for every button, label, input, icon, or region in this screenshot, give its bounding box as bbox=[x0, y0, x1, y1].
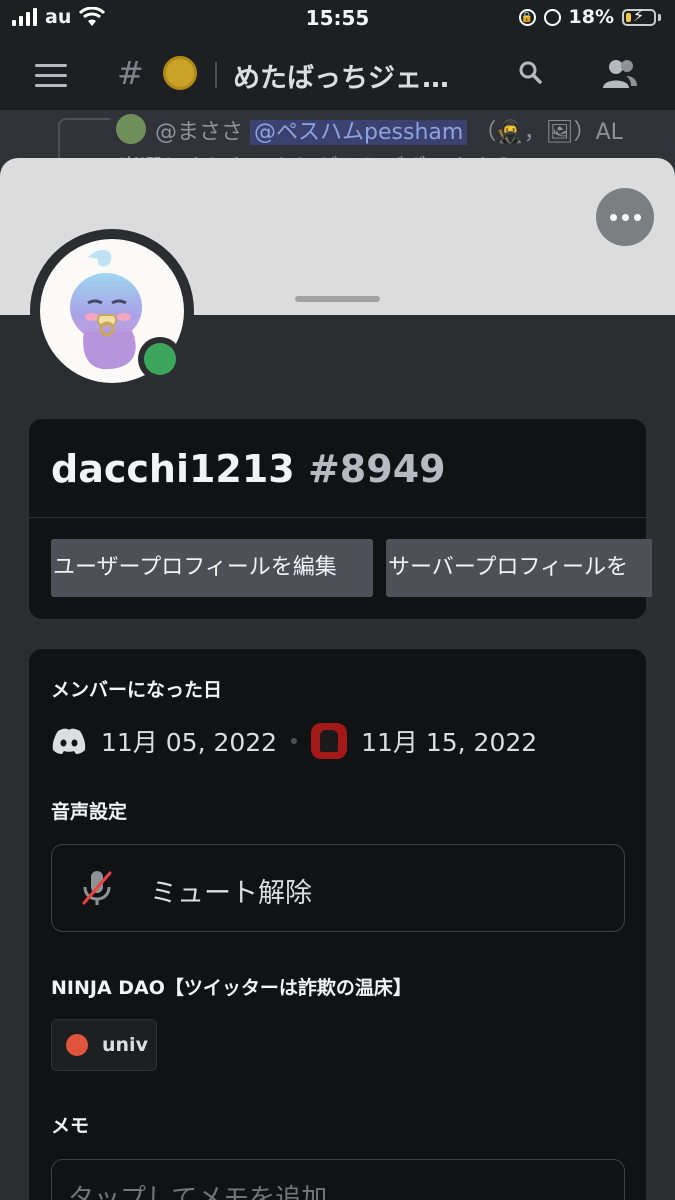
voice-settings-title: 音声設定 bbox=[51, 801, 128, 823]
discord-logo-icon bbox=[52, 728, 86, 754]
online-status-indicator bbox=[138, 337, 182, 381]
sheet-drag-handle[interactable] bbox=[295, 296, 380, 302]
server-icon bbox=[311, 723, 348, 759]
username: dacchi1213 #8949 bbox=[51, 447, 446, 491]
user-details-card: メンバーになった日 11月 05, 2022 11月 15, 2022 音声設定… bbox=[28, 648, 647, 1200]
member-since-title: メンバーになった日 bbox=[51, 679, 223, 701]
status-bar: au 15:55 🔒 18% ⚡ bbox=[0, 0, 675, 40]
channel-hash-icon: # bbox=[117, 54, 144, 92]
discriminator: #8949 bbox=[307, 447, 446, 491]
server-join-date: 11月 15, 2022 bbox=[361, 728, 538, 757]
battery-icon: ⚡ bbox=[622, 6, 656, 26]
alarm-icon bbox=[543, 8, 561, 26]
unmute-button[interactable]: ミュート解除 bbox=[51, 844, 625, 932]
avatar bbox=[116, 114, 146, 144]
member-since-row: 11月 05, 2022 11月 15, 2022 bbox=[51, 721, 537, 761]
more-options-button[interactable] bbox=[596, 188, 654, 246]
role-color-dot bbox=[66, 1034, 88, 1056]
server-roles-title: NINJA DAO【ツイッターは詐欺の温床】 bbox=[51, 977, 412, 999]
menu-icon[interactable] bbox=[35, 64, 67, 94]
role-badge[interactable]: univ bbox=[51, 1019, 157, 1071]
unmute-label: ミュート解除 bbox=[150, 878, 312, 909]
members-icon[interactable] bbox=[602, 58, 638, 90]
coin-emoji-icon bbox=[163, 56, 197, 90]
memo-title: メモ bbox=[51, 1115, 90, 1137]
channel-header: # めたばっちジェ… bbox=[0, 40, 675, 110]
profile-sheet: dacchi1213 #8949 ユーザープロフィールを編集 サーバープロフィー… bbox=[0, 158, 675, 1200]
user-info-card: dacchi1213 #8949 ユーザープロフィールを編集 サーバープロフィー… bbox=[28, 418, 652, 620]
microphone-muted-icon bbox=[82, 871, 112, 905]
discord-join-date: 11月 05, 2022 bbox=[101, 728, 278, 757]
channel-name[interactable]: めたばっちジェ… bbox=[233, 56, 449, 95]
edit-user-profile-button[interactable]: ユーザープロフィールを編集 bbox=[51, 539, 373, 597]
battery-percent: 18% bbox=[568, 6, 614, 28]
role-name: univ bbox=[102, 1034, 148, 1056]
edit-server-profile-button[interactable]: サーバープロフィールを bbox=[386, 539, 652, 597]
memo-input[interactable] bbox=[51, 1159, 625, 1200]
orientation-lock-icon: 🔒 bbox=[518, 8, 536, 26]
search-icon[interactable] bbox=[518, 60, 542, 84]
